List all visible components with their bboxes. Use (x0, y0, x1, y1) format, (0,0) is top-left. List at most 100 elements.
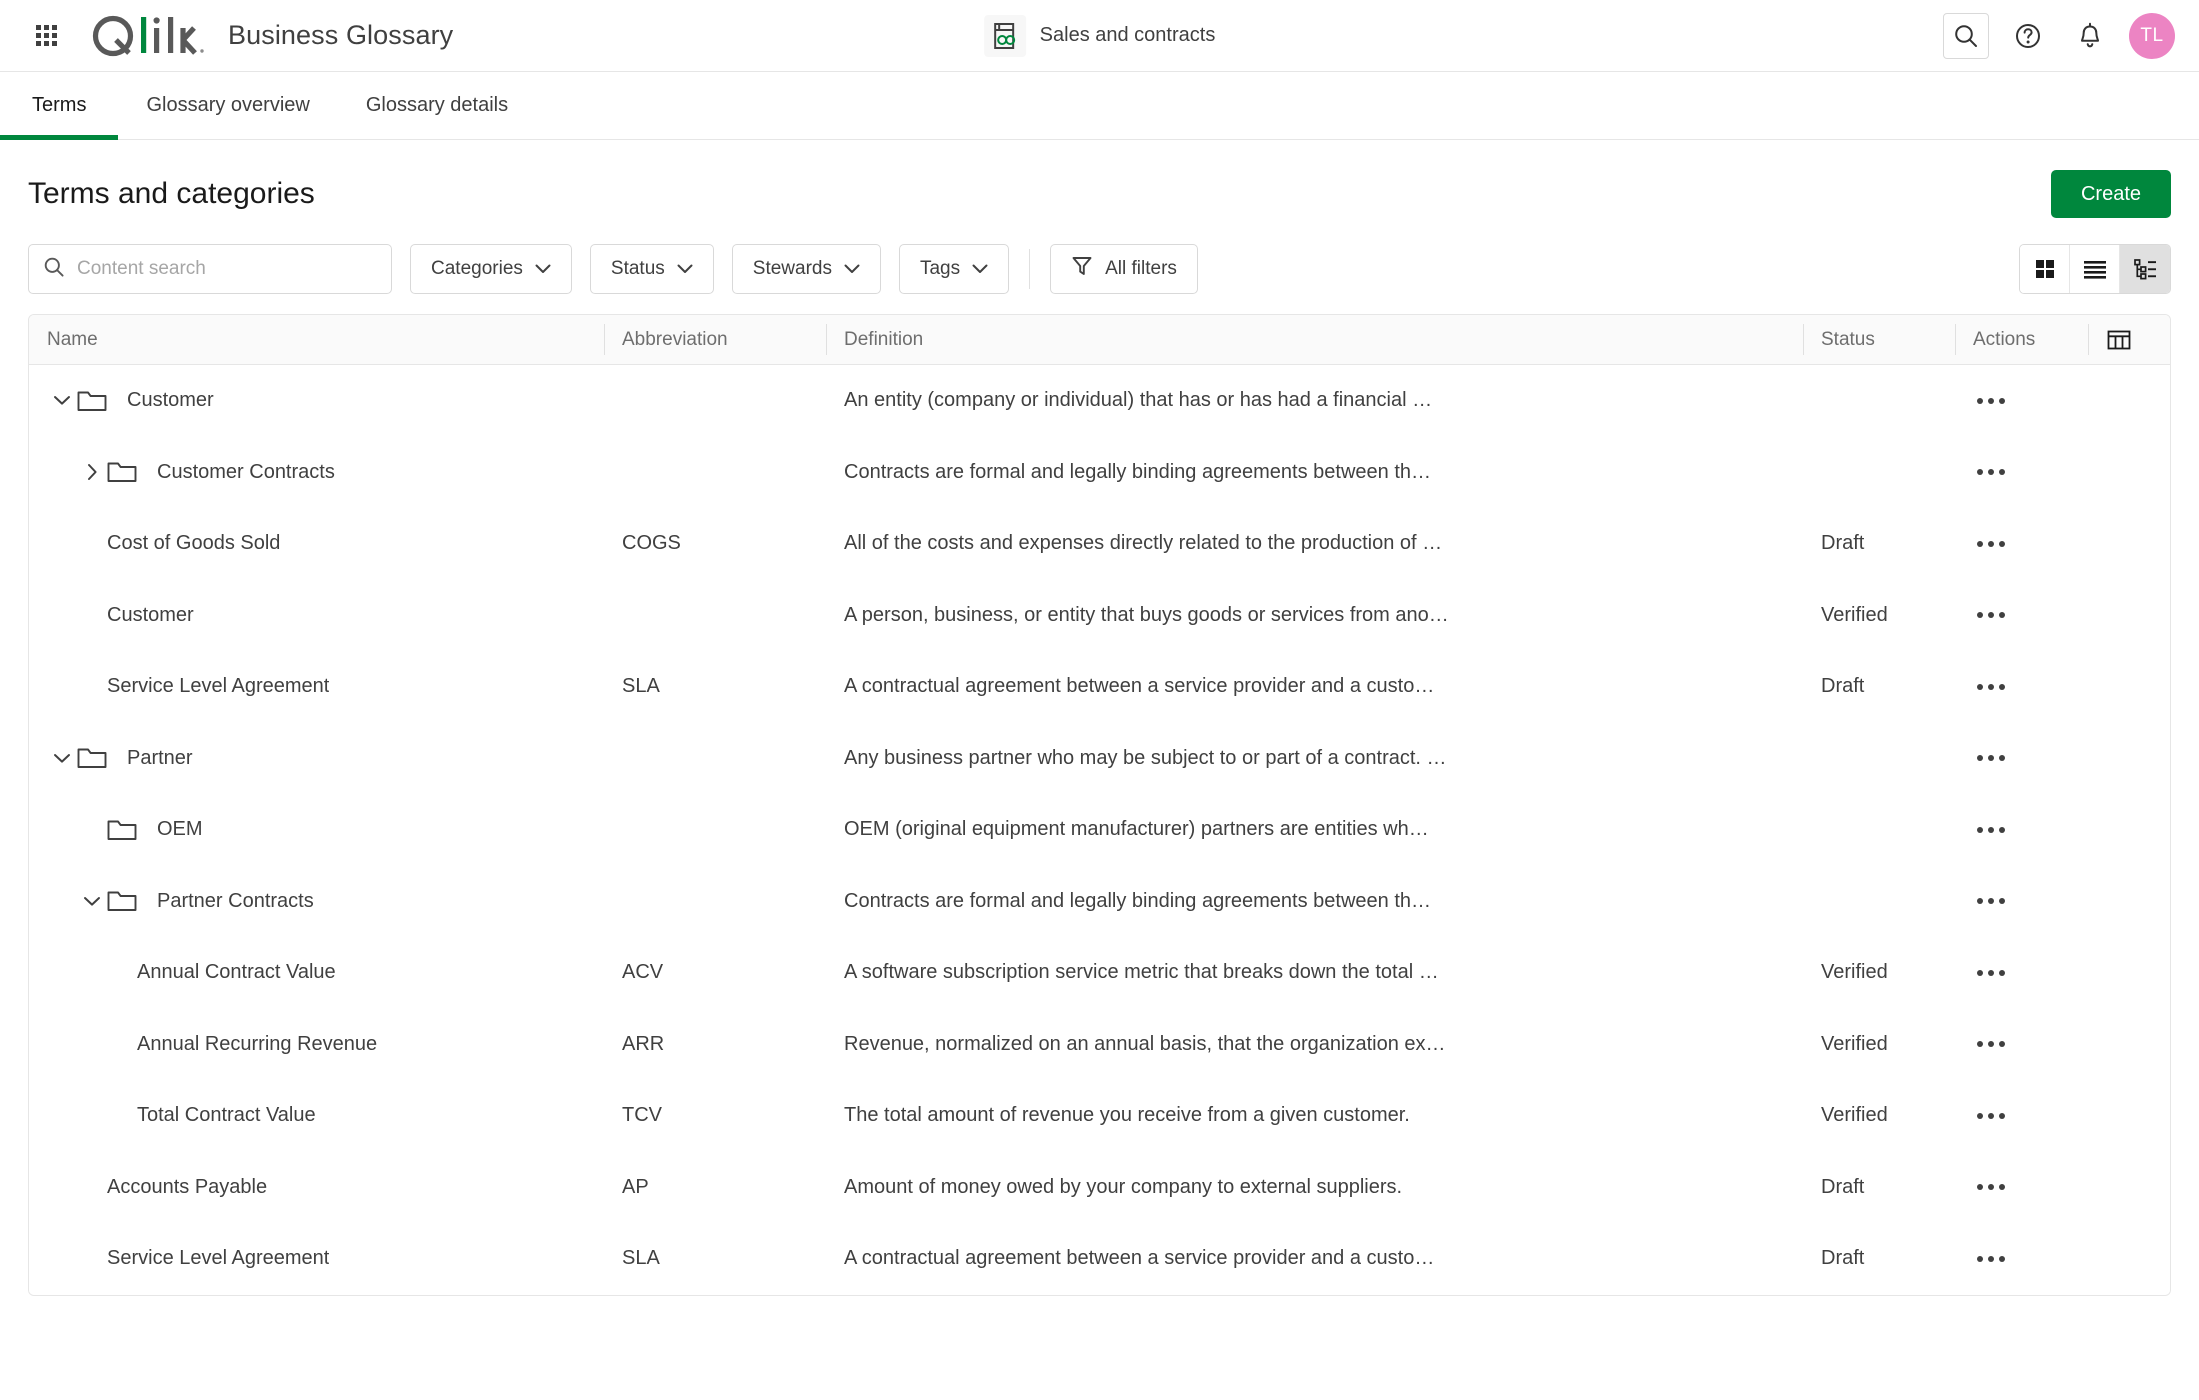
tab-glossary-overview[interactable]: Glossary overview (118, 72, 337, 139)
cell-abbreviation: TCV (622, 1104, 662, 1127)
row-more-options-icon[interactable] (1973, 461, 2009, 483)
cell-definition: An entity (company or individual) that h… (844, 389, 1433, 411)
column-header-actions[interactable]: Actions (1955, 315, 2088, 364)
cell-abbreviation: ARR (622, 1032, 665, 1055)
search-icon[interactable] (1943, 12, 1989, 59)
cell-column-settings-spacer (2088, 1009, 2170, 1081)
categories-filter-dropdown[interactable]: Categories (410, 244, 572, 294)
row-more-options-icon[interactable] (1973, 390, 2009, 412)
folder-icon (77, 746, 115, 770)
cell-abbreviation: AP (622, 1175, 649, 1198)
cell-actions (1955, 508, 2088, 580)
cell-column-settings-spacer (2088, 723, 2170, 795)
cell-actions (1955, 794, 2088, 866)
status-badge: Draft (1821, 1247, 1865, 1270)
cell-actions (1955, 365, 2088, 437)
table-row[interactable]: Service Level Agreement SLA A contractual … (29, 651, 2170, 723)
cell-abbreviation (604, 437, 826, 509)
table-row[interactable]: Total Contract Value TCV The total amount … (29, 1080, 2170, 1152)
cell-name: OEM (29, 794, 604, 866)
cell-definition: A contractual agreement between a servic… (844, 675, 1435, 697)
all-filters-label: All filters (1105, 258, 1177, 279)
chevron-down-icon[interactable] (47, 395, 77, 406)
glossary-context-chip[interactable]: Sales and contracts (983, 14, 1216, 57)
list-view-icon[interactable] (2070, 245, 2120, 293)
row-more-options-icon[interactable] (1973, 1105, 2009, 1127)
search-icon (43, 256, 65, 283)
row-more-options-icon[interactable] (1973, 676, 2009, 698)
cell-column-settings-spacer (2088, 365, 2170, 437)
table-row[interactable]: Customer An entity (company or individual… (29, 365, 2170, 437)
app-launcher-grid-icon[interactable] (24, 14, 68, 58)
row-more-options-icon[interactable] (1973, 604, 2009, 626)
cell-abbreviation (604, 580, 826, 652)
tab-glossary-overview-label: Glossary overview (146, 94, 310, 116)
column-header-definition[interactable]: Definition (826, 315, 1803, 364)
cell-name: Annual Recurring Revenue (29, 1009, 604, 1081)
qlik-logo[interactable] (90, 14, 206, 58)
row-more-options-icon[interactable] (1973, 747, 2009, 769)
row-more-options-icon[interactable] (1973, 1033, 2009, 1055)
table-row[interactable]: Annual Recurring Revenue ARR Revenue, norm… (29, 1009, 2170, 1081)
notifications-bell-icon[interactable] (2067, 13, 2113, 59)
row-more-options-icon[interactable] (1973, 533, 2009, 555)
row-name-label: Customer (127, 389, 214, 412)
cell-name: Service Level Agreement (29, 1223, 604, 1295)
table-row[interactable]: Customer Contracts Contracts are formal a… (29, 437, 2170, 509)
table-row[interactable]: OEM OEM (original equipment manufacturer)… (29, 794, 2170, 866)
tab-terms[interactable]: Terms (0, 72, 119, 140)
cell-definition: OEM (original equipment manufacturer) pa… (844, 818, 1429, 840)
glossary-context-label: Sales and contracts (1039, 24, 1216, 46)
help-icon[interactable] (2005, 13, 2051, 59)
view-mode-toggle-group (2019, 244, 2171, 294)
cell-actions (1955, 437, 2088, 509)
table-row[interactable]: Partner Any business partner who may be s… (29, 723, 2170, 795)
chevron-down-icon[interactable] (47, 753, 77, 764)
tags-filter-dropdown[interactable]: Tags (898, 244, 1010, 294)
column-header-abbreviation[interactable]: Abbreviation (604, 315, 826, 364)
tab-glossary-details-label: Glossary details (365, 94, 509, 116)
search-input[interactable] (77, 258, 377, 280)
column-header-status[interactable]: Status (1803, 315, 1955, 364)
stewards-filter-dropdown[interactable]: Stewards (731, 244, 881, 294)
table-columns-icon[interactable] (2088, 315, 2170, 364)
chevron-down-icon[interactable] (77, 896, 107, 907)
status-filter-dropdown[interactable]: Status (589, 244, 714, 294)
table-row[interactable]: Annual Contract Value ACV A software subsc… (29, 937, 2170, 1009)
chevron-down-icon (677, 258, 693, 280)
chevron-right-icon[interactable] (77, 463, 107, 481)
row-more-options-icon[interactable] (1973, 819, 2009, 841)
row-more-options-icon[interactable] (1973, 962, 2009, 984)
create-button[interactable]: Create (2050, 170, 2171, 218)
cell-actions (1955, 937, 2088, 1009)
row-name-label: Cost of Goods Sold (107, 532, 281, 555)
cell-abbreviation: SLA (622, 1247, 660, 1270)
grid-view-icon[interactable] (2020, 245, 2070, 293)
tags-filter-label: Tags (919, 258, 961, 279)
filter-divider (1029, 249, 1031, 289)
cell-column-settings-spacer (2088, 651, 2170, 723)
all-filters-button[interactable]: All filters (1050, 244, 1198, 294)
row-more-options-icon[interactable] (1973, 890, 2009, 912)
tab-glossary-details[interactable]: Glossary details (338, 72, 536, 139)
cell-name: Cost of Goods Sold (29, 508, 604, 580)
column-header-name[interactable]: Name (29, 315, 604, 364)
cell-definition: A person, business, or entity that buys … (844, 603, 1449, 626)
table-row[interactable]: Customer A person, business, or entity th… (29, 580, 2170, 652)
row-name-label: OEM (157, 818, 203, 841)
row-name-label: Service Level Agreement (107, 675, 330, 698)
folder-icon (77, 389, 115, 413)
cell-name: Customer Contracts (29, 437, 604, 509)
tree-view-icon[interactable] (2120, 245, 2170, 293)
user-avatar[interactable]: TL (2129, 12, 2175, 59)
table-row[interactable]: Cost of Goods Sold COGS All of the costs a… (29, 508, 2170, 580)
cell-column-settings-spacer (2088, 437, 2170, 509)
table-row[interactable]: Service Level Agreement SLA A contractual … (29, 1223, 2170, 1295)
table-row[interactable]: Partner Contracts Contracts are formal an… (29, 866, 2170, 938)
cell-column-settings-spacer (2088, 580, 2170, 652)
row-more-options-icon[interactable] (1973, 1248, 2009, 1270)
row-more-options-icon[interactable] (1973, 1176, 2009, 1198)
table-row[interactable]: Accounts Payable AP Amount of money owed b… (29, 1152, 2170, 1224)
cell-column-settings-spacer (2088, 1223, 2170, 1295)
content-search-box[interactable] (28, 244, 392, 294)
